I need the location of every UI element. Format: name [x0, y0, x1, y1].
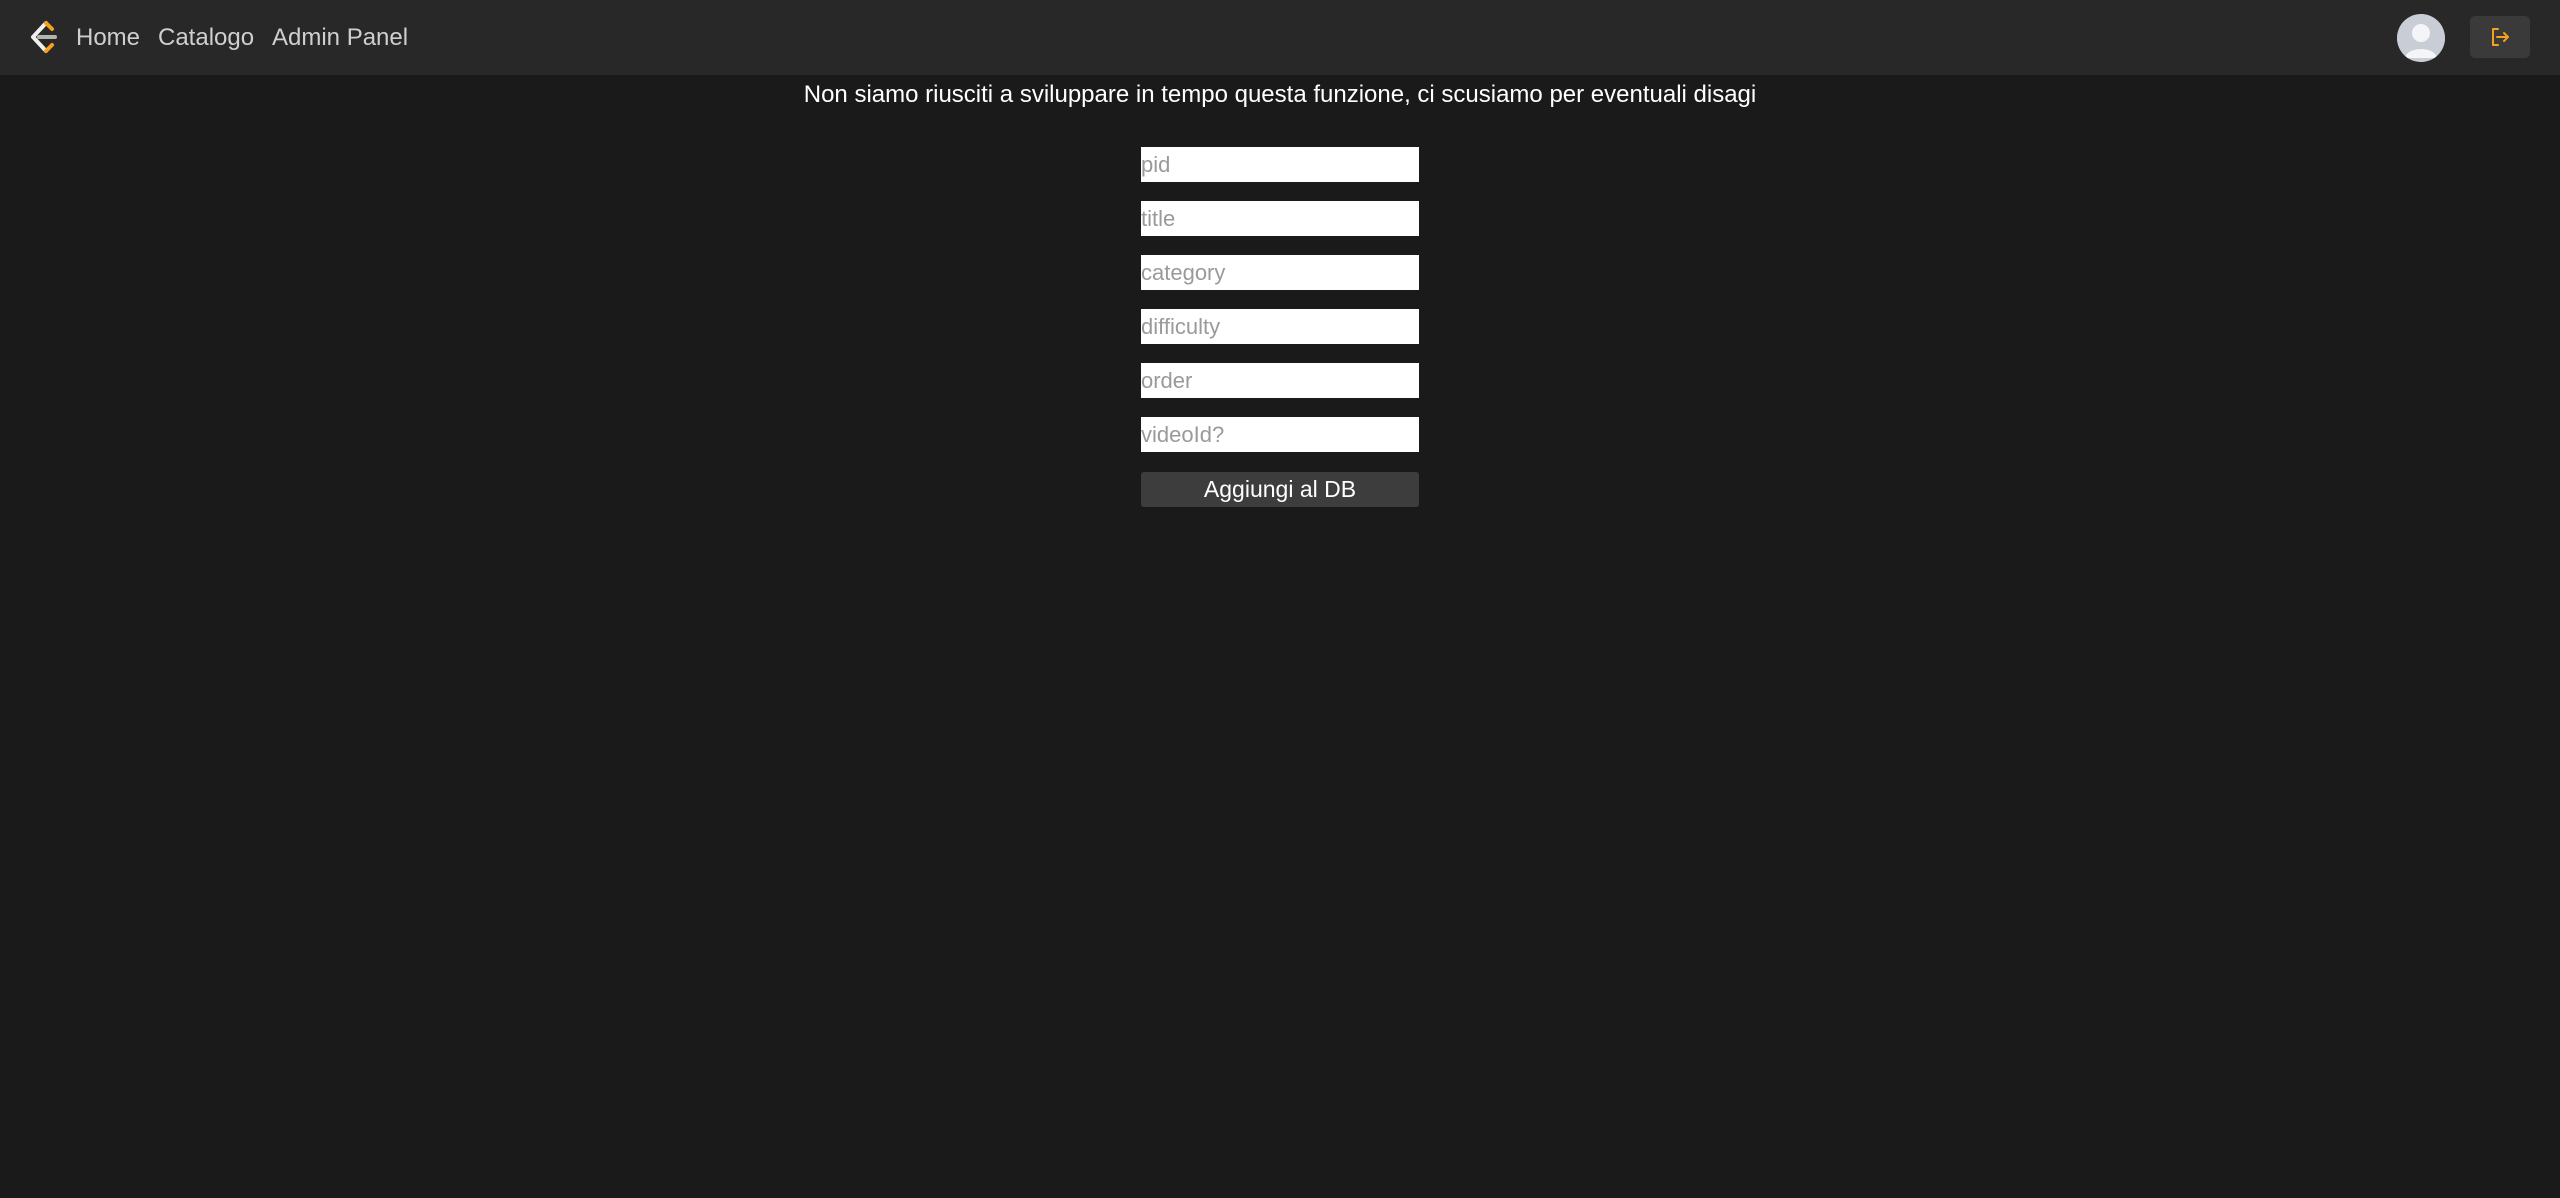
videoid-input[interactable]	[1141, 417, 1419, 452]
unavailable-feature-notice: Non siamo riusciti a sviluppare in tempo…	[803, 81, 1757, 108]
nav-link-catalogo[interactable]: Catalogo	[158, 22, 254, 54]
nav-link-admin-panel[interactable]: Admin Panel	[272, 22, 408, 54]
category-input[interactable]	[1141, 255, 1419, 290]
logo-icon[interactable]	[26, 20, 60, 56]
nav-link-home[interactable]: Home	[76, 22, 140, 54]
logout-icon	[2492, 28, 2509, 46]
title-input[interactable]	[1141, 201, 1419, 236]
logout-button[interactable]	[2470, 16, 2530, 58]
top-navbar: Home Catalogo Admin Panel	[0, 0, 2560, 75]
pid-input[interactable]	[1141, 147, 1419, 182]
user-avatar[interactable]	[2397, 14, 2445, 62]
add-to-db-button[interactable]: Aggiungi al DB	[1141, 472, 1419, 507]
user-avatar-icon	[2397, 14, 2445, 62]
difficulty-input[interactable]	[1141, 309, 1419, 344]
order-input[interactable]	[1141, 363, 1419, 398]
